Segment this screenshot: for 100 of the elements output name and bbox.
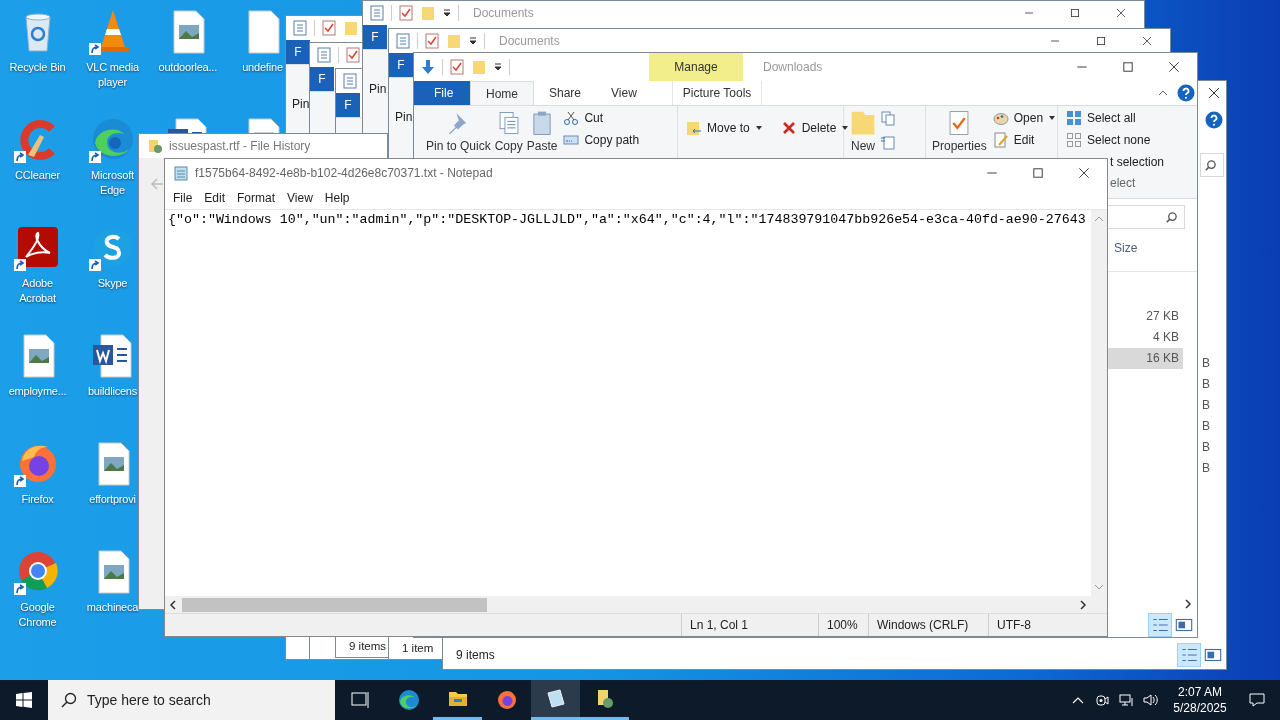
group-label: elect	[1109, 176, 1137, 190]
window-title: Downloads	[763, 60, 823, 74]
status-text: UTF-8	[988, 614, 1088, 636]
caret-icon	[754, 124, 763, 132]
checkmark-document-icon[interactable]	[345, 47, 361, 63]
checkmark-document-icon[interactable]	[321, 20, 337, 36]
item-count: 9 items	[456, 648, 495, 662]
swirl-logo-icon	[396, 688, 421, 712]
ribbon-tab[interactable]: Share	[534, 81, 597, 105]
scroll-right-icon[interactable]	[1078, 599, 1088, 610]
help-icon[interactable]	[1205, 111, 1223, 129]
ribbon-button[interactable]: Select none	[1064, 130, 1167, 150]
folder-icon	[850, 110, 876, 136]
vertical-scrollbar[interactable]	[1091, 210, 1107, 596]
down-arrow-icon[interactable]	[420, 59, 436, 75]
scroll-left-icon[interactable]	[168, 599, 178, 610]
notifications-icon[interactable]	[1248, 691, 1266, 709]
file-tab[interactable]: F	[336, 93, 360, 117]
ribbon-tab[interactable]: View	[596, 81, 652, 105]
file-history-icon	[147, 138, 163, 154]
ribbon-button[interactable]: Pin	[292, 97, 310, 111]
file-size[interactable]: 27 KB	[1107, 306, 1183, 327]
ribbon-button[interactable]: t selection	[1110, 152, 1167, 172]
taskbar-app-button[interactable]	[531, 680, 580, 720]
checkmark-document-icon[interactable]	[424, 33, 440, 49]
menu-item[interactable]: File	[167, 191, 199, 205]
checkmark-document-icon[interactable]	[398, 5, 414, 21]
delete-icon	[780, 120, 797, 136]
checkmark-document-icon[interactable]	[449, 59, 465, 75]
file-tab[interactable]: F	[286, 40, 310, 64]
meet-now-icon[interactable]	[1094, 692, 1110, 708]
notepad-icon	[173, 165, 189, 181]
scroll-right-icon[interactable]	[1183, 599, 1193, 609]
search-icon	[1204, 158, 1217, 172]
scroll-up-icon[interactable]	[1094, 214, 1104, 224]
new-item-icon[interactable]	[880, 110, 896, 126]
network-icon[interactable]	[1118, 692, 1134, 708]
caret-icon	[841, 124, 850, 132]
ribbon-button[interactable]: Open	[990, 108, 1059, 128]
window-title: f1575b64-8492-4e8b-b102-4d26e8c70371.txt - Notepad	[195, 166, 493, 180]
pencil-document-icon	[992, 132, 1009, 148]
file-size[interactable]: 16 KB	[1107, 348, 1183, 369]
path-icon	[563, 132, 580, 148]
ribbon-button[interactable]: Properties	[932, 108, 987, 153]
ribbon-button[interactable]: Cut	[561, 108, 642, 128]
text-content: {"o":"Windows 10","un":"admin","p":"DESKTOP-JGLLJLD","a":"x64","c":4,"l":"174839791047bb926e54-e3ca-40fd-ae90-27643	[168, 212, 1086, 227]
scroll-down-icon[interactable]	[1094, 582, 1104, 592]
item-count: 9 items	[349, 640, 387, 652]
ribbon-button[interactable]: Pin	[395, 110, 413, 124]
dropdown-caret-icon[interactable]	[468, 36, 478, 46]
dropdown-caret-icon[interactable]	[493, 62, 503, 72]
ribbon-button[interactable]: Edit	[990, 130, 1059, 150]
search-icon	[1165, 210, 1178, 224]
status-text: 100%	[818, 614, 868, 636]
dropdown-caret-icon[interactable]	[442, 8, 452, 18]
clock-date: 5/28/2025	[1173, 700, 1227, 716]
file-size[interactable]: 4 KB	[1107, 327, 1183, 348]
help-icon[interactable]	[1177, 84, 1195, 102]
ribbon-tab[interactable]: Home	[470, 81, 534, 105]
ribbon-button[interactable]: Delete	[778, 118, 852, 138]
clock[interactable]: 2:07 AM 5/28/2025	[1162, 684, 1238, 716]
ribbon-button[interactable]: Pin to Quick	[426, 108, 491, 153]
ribbon-button[interactable]: Copy	[494, 108, 523, 153]
scissors-icon	[563, 110, 580, 126]
search-field[interactable]: Type here to search	[48, 680, 335, 720]
file-size: B	[1202, 355, 1210, 372]
status-text: Ln 1, Col 1	[681, 614, 818, 636]
picture-tools-tab[interactable]: Picture Tools	[671, 81, 763, 105]
select-none-icon	[1066, 132, 1082, 148]
scrollbar-thumb[interactable]	[182, 597, 487, 612]
window-title: issuespast.rtf - File History	[169, 139, 311, 153]
clock-time: 2:07 AM	[1178, 684, 1222, 700]
ribbon-button[interactable]: Paste	[526, 108, 558, 153]
back-arrow-icon[interactable]	[149, 176, 165, 192]
menu-item[interactable]: View	[281, 191, 319, 205]
manage-tab[interactable]: Manage	[649, 53, 743, 81]
details-view-icon[interactable]	[1178, 644, 1200, 666]
file-tab[interactable]: F	[389, 53, 413, 77]
ribbon-button[interactable]: Pin	[369, 82, 387, 96]
ribbon-button[interactable]: Copy path	[561, 130, 642, 150]
menu-item[interactable]: Edit	[198, 191, 232, 205]
search-field[interactable]	[1200, 153, 1224, 177]
move-folder-icon	[686, 120, 702, 136]
horizontal-scrollbar[interactable]	[165, 596, 1107, 613]
search-field[interactable]	[1107, 205, 1185, 229]
volume-icon[interactable]	[1142, 692, 1158, 708]
menu-item[interactable]: Help	[318, 191, 356, 205]
ribbon-button[interactable]: Move to	[684, 118, 765, 138]
item-count: 1 item	[402, 642, 434, 654]
easy-access-icon[interactable]	[880, 134, 896, 150]
file-tab[interactable]: F	[310, 67, 334, 91]
menu-item[interactable]: Format	[231, 191, 282, 205]
ribbon-tab[interactable]: File	[414, 81, 470, 105]
details-view-icon[interactable]	[1149, 614, 1171, 636]
file-size: B	[1202, 418, 1210, 435]
ribbon-button[interactable]: New	[850, 108, 876, 153]
ribbon-button[interactable]: Select all	[1064, 108, 1167, 128]
caret-icon	[1048, 114, 1057, 122]
windows-logo-icon[interactable]	[16, 692, 32, 708]
file-tab[interactable]: F	[363, 25, 387, 49]
